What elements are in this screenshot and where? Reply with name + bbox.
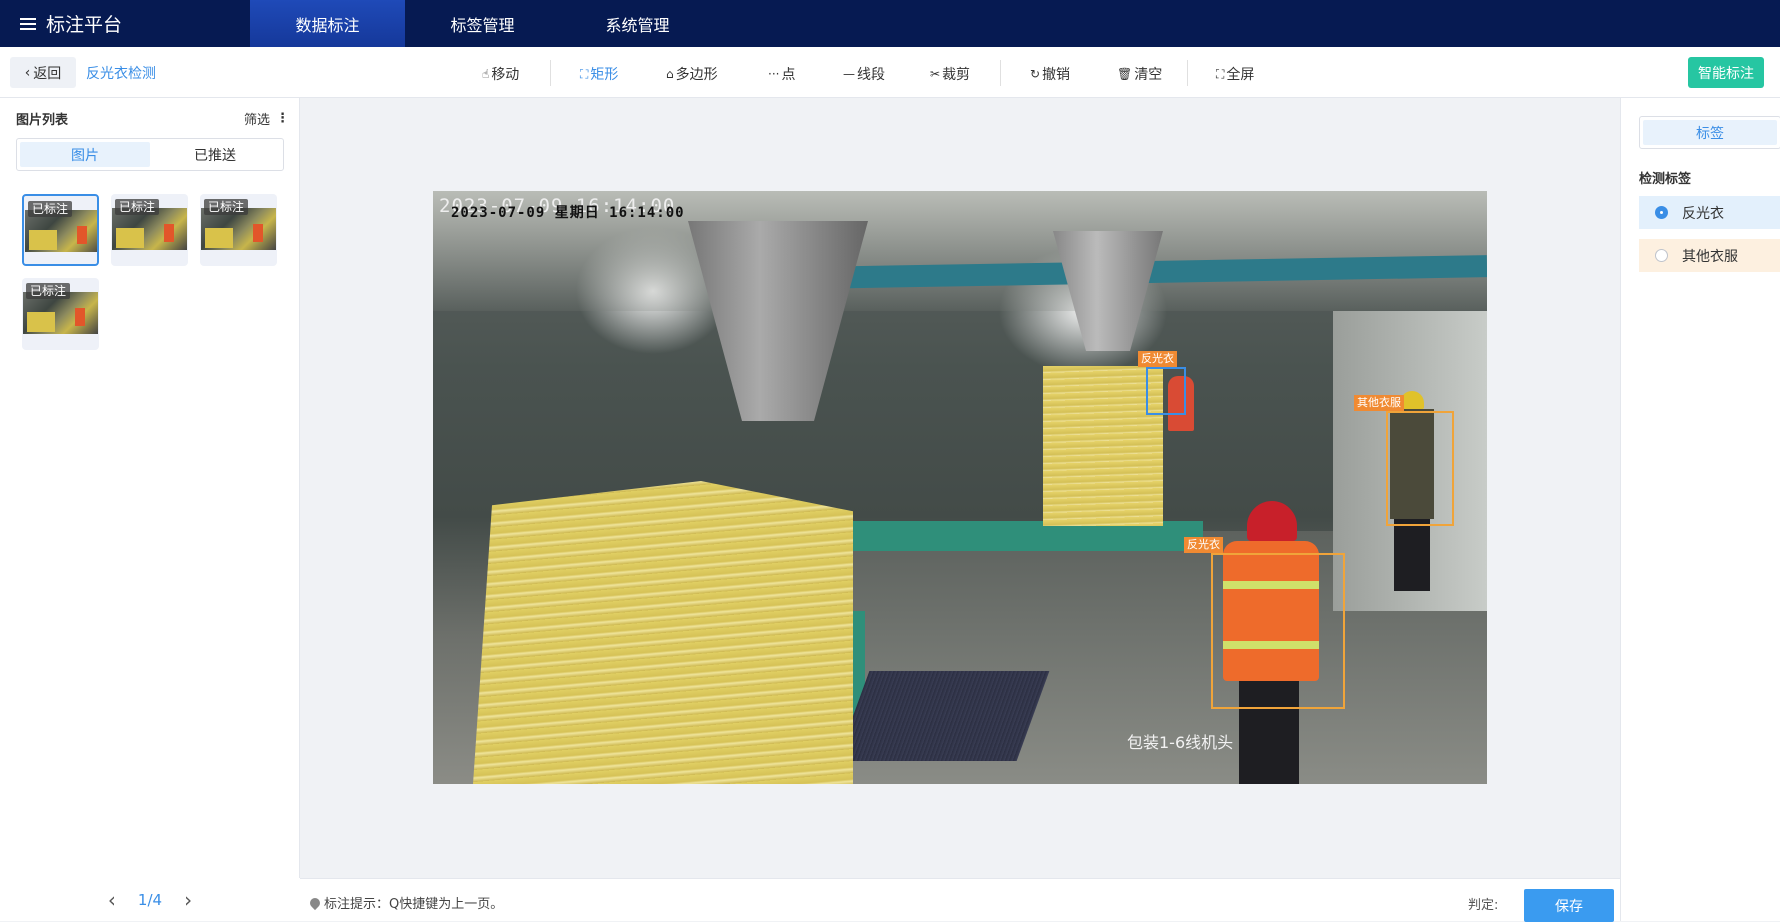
pagination: ‹ 1/4 ›: [0, 878, 300, 921]
divider: [550, 60, 551, 86]
tab-images[interactable]: 图片: [20, 142, 150, 167]
back-button[interactable]: ‹ 返回: [10, 57, 76, 88]
tool-clear[interactable]: 🗑 清空: [1117, 64, 1162, 84]
detection-labels-title: 检测标签: [1639, 172, 1692, 187]
image-thumbnail[interactable]: 已标注: [111, 194, 188, 266]
scissors-icon: ✂: [930, 67, 941, 81]
more-vertical-icon: ⋮: [276, 111, 290, 126]
tool-rect[interactable]: ⛶ 矩形: [580, 64, 618, 84]
tool-crop-label: 裁剪: [942, 67, 971, 83]
tool-undo[interactable]: ↻ 撤销: [1030, 64, 1070, 84]
trash-icon: 🗑: [1117, 67, 1133, 81]
status-badge: 已标注: [115, 199, 160, 215]
label-option-reflective-vest[interactable]: 反光衣: [1639, 196, 1780, 229]
annotation-canvas[interactable]: 2023-07-09 16:14:00 2023-07-09 星期日 16:14…: [300, 98, 1620, 878]
chevron-right-icon[interactable]: ›: [162, 888, 214, 912]
filter-label: 筛选: [244, 113, 271, 128]
tab-system-management[interactable]: 系统管理: [560, 0, 715, 47]
pin-icon: [307, 895, 323, 910]
label-tabs: 标签: [1639, 116, 1780, 149]
image-list-tabs: 图片 已推送: [16, 138, 284, 171]
scene-hopper: [1053, 231, 1163, 351]
chevron-left-icon[interactable]: ‹: [86, 888, 138, 912]
camera-location: 包装1-6线机头: [1127, 733, 1234, 752]
tool-move-label: 移动: [491, 67, 520, 83]
scene-bags: [1043, 366, 1163, 526]
page-indicator: 1/4: [137, 890, 163, 909]
annotation-hint: 标注提示：Q快捷键为上一页。: [307, 893, 504, 912]
scene-hopper: [688, 221, 868, 421]
image-thumbnail[interactable]: 已标注: [22, 194, 99, 266]
tool-move[interactable]: ☝ 移动: [482, 64, 519, 84]
annotation-box[interactable]: [1146, 367, 1186, 415]
project-name[interactable]: 反光衣检测: [86, 63, 156, 83]
judge-label: 判定:: [1468, 898, 1499, 913]
bottom-bar: 标注提示：Q快捷键为上一页。 判定: 保存: [300, 878, 1620, 922]
image-thumbnail[interactable]: 已标注: [22, 278, 99, 350]
hint-text: 标注提示：Q快捷键为上一页。: [324, 897, 504, 912]
annotation-label[interactable]: 反光衣: [1184, 537, 1223, 553]
radio-icon: [1655, 249, 1668, 262]
tab-labels[interactable]: 标签: [1643, 120, 1777, 145]
tool-undo-label: 撤销: [1042, 67, 1071, 83]
dots-icon: ···: [768, 67, 780, 81]
tab-pushed[interactable]: 已推送: [150, 142, 280, 167]
label-option-other-clothes[interactable]: 其他衣服: [1639, 239, 1780, 272]
annotation-label[interactable]: 反光衣: [1138, 351, 1177, 367]
divider: [1187, 60, 1188, 86]
status-badge: 已标注: [204, 199, 249, 215]
tab-label-management[interactable]: 标签管理: [405, 0, 560, 47]
tool-polygon-label: 多边形: [675, 67, 718, 83]
annotation-image[interactable]: 2023-07-09 16:14:00 2023-07-09 星期日 16:14…: [433, 191, 1487, 784]
save-button[interactable]: 保存: [1524, 889, 1614, 922]
label-option-text: 其他衣服: [1682, 248, 1738, 265]
image-thumbnail[interactable]: 已标注: [200, 194, 277, 266]
tool-clear-label: 清空: [1134, 67, 1163, 83]
tool-point-label: 点: [781, 67, 796, 83]
divider: [1000, 60, 1001, 86]
label-panel: 标签 检测标签 反光衣 其他衣服: [1620, 98, 1780, 921]
radio-icon: [1655, 206, 1668, 219]
label-option-text: 反光衣: [1682, 205, 1724, 222]
menu-icon: [20, 17, 38, 31]
image-list-title: 图片列表: [16, 113, 69, 128]
tool-fullscreen[interactable]: ⛶ 全屏: [1216, 64, 1254, 84]
tool-rect-label: 矩形: [590, 67, 619, 83]
rect-icon: ⛶: [580, 66, 589, 81]
chevron-left-icon: ‹: [24, 64, 31, 81]
annotation-toolbar: ‹ 返回 反光衣检测 ☝ 移动 ⛶ 矩形 ⌂ 多边形 ··· 点 — 线段 ✂ 裁剪 ↻ 撤销…: [0, 47, 1780, 98]
status-badge: 已标注: [28, 201, 73, 217]
back-label: 返回: [33, 65, 62, 82]
image-list-panel: 图片列表 筛选 ⋮ 图片 已推送 已标注 已标注 已标注 已标注: [0, 98, 300, 878]
camera-timestamp: 2023-07-09 16:14:00 2023-07-09 星期日 16:14…: [439, 195, 684, 221]
smart-annotate-button[interactable]: 智能标注: [1688, 57, 1764, 88]
fullscreen-icon: ⛶: [1216, 66, 1225, 81]
filter-button[interactable]: 筛选 ⋮: [244, 109, 289, 128]
status-badge: 已标注: [26, 283, 71, 299]
tool-polygon[interactable]: ⌂ 多边形: [666, 64, 718, 84]
tool-line-label: 线段: [857, 67, 885, 83]
scene-bags: [473, 481, 853, 784]
annotation-label[interactable]: 其他衣服: [1354, 395, 1404, 411]
hand-icon: ☝: [482, 67, 490, 81]
tab-data-annotation[interactable]: 数据标注: [250, 0, 405, 47]
timestamp-overlay: 2023-07-09 星期日 16:14:00: [451, 205, 685, 221]
scene-conveyor: [836, 671, 1050, 761]
tool-point[interactable]: ··· 点: [768, 64, 795, 84]
undo-icon: ↻: [1030, 67, 1041, 81]
brand[interactable]: 标注平台: [0, 0, 250, 47]
line-icon: —: [843, 67, 855, 81]
tool-crop[interactable]: ✂ 裁剪: [930, 64, 970, 84]
annotation-box[interactable]: [1386, 411, 1454, 526]
top-nav-bar: 标注平台 数据标注 标签管理 系统管理: [0, 0, 1780, 47]
polygon-icon: ⌂: [666, 67, 674, 81]
tool-line[interactable]: — 线段: [843, 64, 885, 84]
tool-fullscreen-label: 全屏: [1226, 67, 1255, 83]
brand-title: 标注平台: [46, 14, 123, 36]
annotation-box[interactable]: [1211, 553, 1345, 709]
